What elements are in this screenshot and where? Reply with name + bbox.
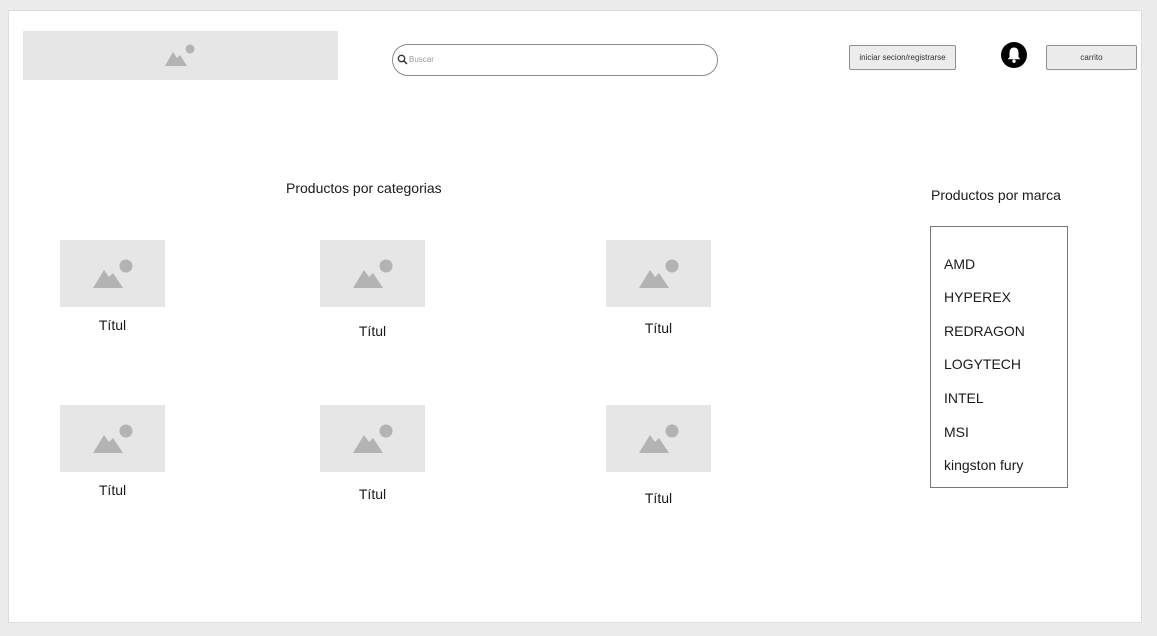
brand-item-hyperex[interactable]: HYPEREX <box>944 289 1011 305</box>
brand-item-redragon[interactable]: REDRAGON <box>944 323 1025 339</box>
category-card[interactable]: Títul <box>60 240 165 333</box>
brand-item-intel[interactable]: INTEL <box>944 390 984 406</box>
login-register-button[interactable]: iniciar secion/registrarse <box>849 45 956 70</box>
category-card[interactable]: Títul <box>606 405 711 506</box>
image-placeholder-icon <box>353 424 393 453</box>
product-title[interactable]: Títul <box>60 482 165 498</box>
product-image[interactable] <box>320 405 425 472</box>
brand-list: AMD HYPEREX REDRAGON LOGYTECH INTEL MSI … <box>930 226 1068 488</box>
image-placeholder-icon <box>639 259 679 288</box>
category-card[interactable]: Títul <box>320 405 425 502</box>
logo-placeholder[interactable] <box>23 31 338 80</box>
category-card[interactable]: Títul <box>60 405 165 498</box>
search-icon <box>397 54 408 65</box>
image-placeholder-icon <box>353 259 393 288</box>
product-title[interactable]: Títul <box>320 486 425 502</box>
product-image[interactable] <box>606 405 711 472</box>
product-title[interactable]: Títul <box>606 320 711 336</box>
product-image[interactable] <box>606 240 711 307</box>
brand-item-logytech[interactable]: LOGYTECH <box>944 356 1021 372</box>
product-image[interactable] <box>60 240 165 307</box>
product-title[interactable]: Títul <box>320 323 425 339</box>
category-card[interactable]: Títul <box>320 240 425 339</box>
image-placeholder-icon <box>639 424 679 453</box>
brands-title: Productos por marca <box>931 187 1061 203</box>
image-placeholder-icon <box>93 259 133 288</box>
bell-icon[interactable] <box>1001 42 1027 68</box>
category-card[interactable]: Títul <box>606 240 711 336</box>
product-title[interactable]: Títul <box>606 490 711 506</box>
image-placeholder-icon <box>93 424 133 453</box>
brand-item-kingston-fury[interactable]: kingston fury <box>944 457 1023 473</box>
brand-item-amd[interactable]: AMD <box>944 256 975 272</box>
product-image[interactable] <box>60 405 165 472</box>
image-placeholder-icon <box>165 44 195 66</box>
search-input[interactable]: Buscar <box>392 44 718 76</box>
cart-button[interactable]: carrito <box>1046 45 1137 70</box>
brand-item-msi[interactable]: MSI <box>944 424 969 440</box>
product-image[interactable] <box>320 240 425 307</box>
product-title[interactable]: Títul <box>60 317 165 333</box>
categories-title: Productos por categorias <box>286 180 442 196</box>
search-placeholder: Buscar <box>409 55 434 64</box>
